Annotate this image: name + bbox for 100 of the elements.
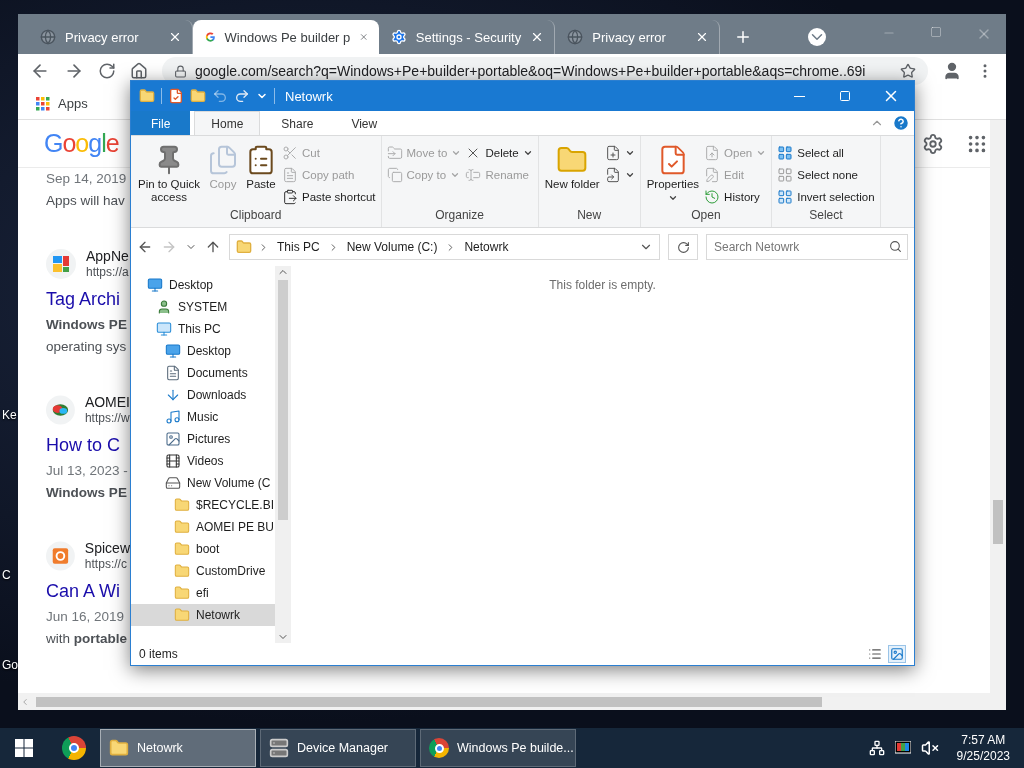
clipboard-arrow-icon <box>282 189 298 205</box>
result-title-link[interactable]: Can A Wi <box>46 576 130 606</box>
tree-item[interactable]: Desktop <box>131 274 275 296</box>
result-site-name: AppNe <box>86 248 129 264</box>
network-icon[interactable] <box>868 740 885 756</box>
maximize-icon <box>839 90 851 102</box>
ribbon-button[interactable]: Select all <box>775 142 877 164</box>
up-button[interactable] <box>205 239 221 255</box>
copy-icon <box>386 167 403 183</box>
browser-tab[interactable]: Windows Pe builder p <box>192 20 379 54</box>
breadcrumb-item[interactable]: This PC <box>275 240 322 254</box>
grid-icon <box>777 189 794 205</box>
taskbar-window-button[interactable]: Windows Pe builde... <box>420 729 576 767</box>
tree-item[interactable]: Music <box>131 406 275 428</box>
tree-item[interactable]: Videos <box>131 450 275 472</box>
ribbon-tab[interactable]: Home <box>194 111 261 135</box>
folder-icon[interactable] <box>190 88 206 104</box>
desktop-icon-label[interactable]: C <box>2 568 11 582</box>
back-button[interactable] <box>137 239 153 255</box>
ribbon-tab[interactable]: File <box>131 111 191 135</box>
star-icon[interactable] <box>900 63 916 79</box>
folder-icon <box>174 497 190 513</box>
speaker-muted-icon[interactable] <box>920 739 939 757</box>
reload-icon[interactable] <box>98 62 116 80</box>
tree-item[interactable]: AOMEI PE BU <box>131 516 275 538</box>
clock[interactable]: 7:57 AM 9/25/2023 <box>956 732 1010 764</box>
ribbon-button[interactable]: Paste <box>242 142 280 193</box>
settings-icon[interactable] <box>922 132 944 155</box>
window-title: Netowrk <box>284 88 333 104</box>
tree-item[interactable]: This PC <box>131 318 275 340</box>
breadcrumb-item[interactable]: Netowrk <box>462 240 511 254</box>
home-icon[interactable] <box>130 62 148 80</box>
browser-tab[interactable]: Privacy error <box>555 20 720 54</box>
file-check-icon[interactable] <box>168 88 184 104</box>
ribbon-button[interactable]: Pin to Quick access <box>134 142 204 206</box>
ribbon-button[interactable]: Delete <box>463 142 535 164</box>
monitor-icon <box>147 277 163 293</box>
folder-icon <box>236 239 252 255</box>
tree-item[interactable]: $RECYCLE.BI <box>131 494 275 516</box>
profile-icon[interactable] <box>942 61 962 81</box>
desktop-icon-label[interactable]: Ke <box>2 408 17 422</box>
ribbon-button[interactable]: New folder <box>541 142 603 193</box>
taskbar-window-button[interactable]: Netowrk <box>100 729 256 767</box>
google-g-icon <box>204 29 216 45</box>
file-up-icon <box>704 145 721 161</box>
view-button[interactable] <box>888 645 906 663</box>
scrollbar[interactable] <box>275 266 291 643</box>
ribbon-button[interactable]: Select none <box>775 164 877 186</box>
tree-item[interactable]: CustomDrive <box>131 560 275 582</box>
desktop-icon-label[interactable]: Go <box>2 658 18 672</box>
ribbon-button[interactable]: History <box>702 186 769 208</box>
redo-icon[interactable] <box>234 88 250 104</box>
undo-icon[interactable] <box>212 88 228 104</box>
site-favicon-icon <box>46 541 75 571</box>
tree-item[interactable]: Netowrk <box>131 604 275 626</box>
result-title-link[interactable]: Tag Archi <box>46 284 130 314</box>
ribbon-button[interactable]: Paste shortcut <box>280 186 378 208</box>
google-logo[interactable]: Google <box>44 129 119 158</box>
documents-icon <box>207 144 239 176</box>
picture-frame-icon <box>890 647 904 661</box>
file-link-icon <box>604 167 621 183</box>
address-field[interactable]: This PC New Volume (C:) Netowrk <box>229 234 660 260</box>
ribbon-tab[interactable]: Share <box>264 111 331 135</box>
tree-item[interactable]: Documents <box>131 362 275 384</box>
search-field[interactable]: Search Netowrk <box>706 234 908 260</box>
ribbon-tab[interactable]: View <box>334 111 395 135</box>
lock-icon <box>174 64 187 78</box>
refresh-button[interactable] <box>668 234 698 260</box>
tree-item[interactable]: efi <box>131 582 275 604</box>
taskbar-window-button[interactable]: Device Manager <box>260 729 416 767</box>
browser-tab[interactable]: Privacy error <box>28 20 193 54</box>
tree-item[interactable]: boot <box>131 538 275 560</box>
breadcrumb-item[interactable]: New Volume (C:) <box>344 240 440 254</box>
tree-item[interactable]: Pictures <box>131 428 275 450</box>
caret-icon <box>522 148 533 158</box>
horizontal-scrollbar[interactable] <box>18 693 1006 710</box>
forward-icon <box>161 239 177 255</box>
globe-icon <box>567 29 584 45</box>
tree-item[interactable]: Downloads <box>131 384 275 406</box>
ribbon-button[interactable]: Properties <box>643 142 703 205</box>
tab-search-icon[interactable] <box>808 28 826 46</box>
tree-item[interactable]: Desktop <box>131 340 275 362</box>
close-icon[interactable] <box>695 30 709 44</box>
new-tab-icon[interactable] <box>734 28 752 46</box>
tree-item[interactable]: New Volume (C <box>131 472 275 494</box>
vertical-scrollbar[interactable] <box>990 120 1006 693</box>
monitor-icon <box>165 343 181 359</box>
grid-icon <box>777 145 794 161</box>
ribbon-button[interactable]: Invert selection <box>775 186 877 208</box>
result-snippet: Sep 14, 2019 <box>46 170 128 188</box>
help-icon[interactable] <box>892 114 910 132</box>
browser-tab[interactable]: Settings - Security <box>378 20 556 54</box>
caret-icon <box>624 170 635 180</box>
site-favicon-icon <box>46 395 75 425</box>
tree-item[interactable]: SYSTEM <box>131 296 275 318</box>
windows-logo-icon <box>15 739 33 757</box>
user-icon <box>156 299 172 315</box>
result-title-link[interactable]: How to C <box>46 430 130 460</box>
bookmark-link[interactable]: Apps <box>32 94 92 113</box>
group-label: New <box>576 208 603 224</box>
